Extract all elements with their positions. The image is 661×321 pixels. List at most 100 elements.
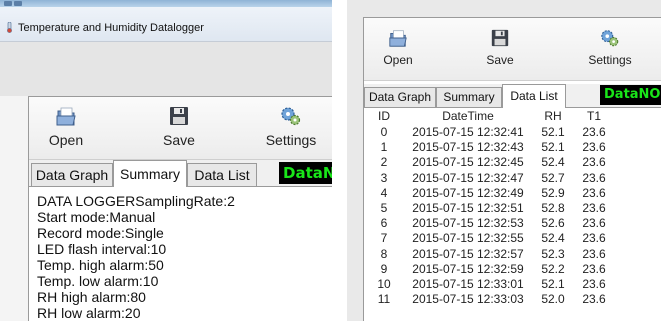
cell-datetime: 2015-07-15 12:32:47 xyxy=(412,170,524,185)
summary-line: LED flash interval:10 xyxy=(37,241,167,257)
cell-datetime: 2015-07-15 12:32:43 xyxy=(412,140,524,155)
tab-data-list[interactable]: Data List xyxy=(502,84,566,108)
summary-line: RH high alarm:80 xyxy=(37,289,146,305)
cell-rh: 52.6 xyxy=(541,216,565,231)
window-top-strip xyxy=(0,0,332,7)
floppy-disk-icon xyxy=(491,29,509,47)
summary-line: Start mode:Manual xyxy=(37,209,156,225)
table-row[interactable]: 5 2015-07-15 12:32:51 52.8 23.6 xyxy=(364,201,661,215)
cell-id: 1 xyxy=(380,140,388,155)
save-button[interactable]: Save xyxy=(478,28,522,67)
table-row[interactable]: 9 2015-07-15 12:32:59 52.2 23.6 xyxy=(364,262,661,276)
cell-datetime: 2015-07-15 12:32:41 xyxy=(412,125,524,139)
cell-datetime: 2015-07-15 12:33:03 xyxy=(412,292,524,307)
cell-rh: 52.0 xyxy=(541,292,565,307)
cell-datetime: 2015-07-15 12:32:49 xyxy=(412,185,524,200)
table-row[interactable]: 8 2015-07-15 12:32:57 52.3 23.6 xyxy=(364,247,661,261)
tab-summary[interactable]: Summary xyxy=(113,160,187,187)
tab-data-graph[interactable]: Data Graph xyxy=(31,163,113,186)
open-label: Open xyxy=(48,132,84,148)
open-folder-icon xyxy=(56,107,76,126)
table-row[interactable]: 6 2015-07-15 12:32:53 52.6 23.6 xyxy=(364,216,661,230)
cell-id: 11 xyxy=(377,292,391,307)
cell-datetime: 2015-07-15 12:32:45 xyxy=(412,155,524,170)
tab-data-list[interactable]: Data List xyxy=(187,163,257,186)
open-button[interactable]: Open xyxy=(43,105,89,148)
summary-line: DATA LOGGERSamplingRate:2 xyxy=(37,193,235,209)
table-row[interactable]: 2 2015-07-15 12:32:45 52.4 23.6 xyxy=(364,155,661,169)
cell-rh: 52.1 xyxy=(541,125,565,139)
grid-header-row: ID DateTime RH T1 xyxy=(364,109,661,123)
cell-datetime: 2015-07-15 12:32:51 xyxy=(412,201,524,215)
cell-datetime: 2015-07-15 12:32:57 xyxy=(412,246,524,261)
title-bar[interactable]: Temperature and Humidity Datalogger xyxy=(0,7,332,42)
settings-button[interactable]: Settings xyxy=(259,105,323,148)
cell-t1: 23.6 xyxy=(582,231,606,246)
cell-datetime: 2015-07-15 12:32:59 xyxy=(412,261,524,276)
cell-t1: 23.6 xyxy=(582,201,606,215)
right-app-window: Open Save Settings Data Graph Summary Da… xyxy=(347,0,661,321)
data-number-display: DataN xyxy=(279,162,332,184)
window-background xyxy=(0,42,332,96)
summary-line: Temp. low alarm:10 xyxy=(37,273,159,289)
settings-button[interactable]: Settings xyxy=(580,28,640,67)
settings-label: Settings xyxy=(588,53,632,67)
table-row[interactable]: 7 2015-07-15 12:32:55 52.4 23.6 xyxy=(364,231,661,245)
table-row[interactable]: 4 2015-07-15 12:32:49 52.9 23.6 xyxy=(364,186,661,200)
column-header-t1[interactable]: T1 xyxy=(574,109,614,123)
cell-datetime: 2015-07-15 12:32:53 xyxy=(412,216,524,231)
save-label: Save xyxy=(163,132,195,148)
tab-data-graph[interactable]: Data Graph xyxy=(364,87,436,107)
main-panel: Open Save Settings Data Graph Summary Da… xyxy=(363,17,661,321)
gears-icon xyxy=(601,30,619,47)
cell-t1: 23.6 xyxy=(582,125,606,139)
cell-id: 10 xyxy=(377,277,391,291)
window-title: Temperature and Humidity Datalogger xyxy=(18,22,204,34)
save-label: Save xyxy=(486,53,514,67)
table-row[interactable]: 3 2015-07-15 12:32:47 52.7 23.6 xyxy=(364,171,661,185)
cell-datetime: 2015-07-15 12:32:55 xyxy=(412,231,524,246)
summary-line: RH low alarm:20 xyxy=(37,305,141,321)
column-header-rh[interactable]: RH xyxy=(536,109,570,123)
cell-id: 2 xyxy=(380,155,388,170)
thermometer-icon xyxy=(7,22,12,33)
cell-t1: 23.6 xyxy=(582,246,606,261)
toolbar: Open Save Settings xyxy=(29,97,332,160)
cell-rh: 52.9 xyxy=(541,185,565,200)
table-row[interactable]: 10 2015-07-15 12:33:01 52.1 23.6 xyxy=(364,277,661,291)
cell-id: 3 xyxy=(380,170,388,185)
cell-rh: 52.3 xyxy=(541,246,565,261)
cell-t1: 23.6 xyxy=(582,140,606,155)
cell-id: 7 xyxy=(380,231,388,246)
toolbar: Open Save Settings xyxy=(364,18,661,81)
cell-rh: 52.2 xyxy=(541,261,565,276)
tab-summary[interactable]: Summary xyxy=(436,87,502,107)
data-number-display: DataNO. xyxy=(600,85,661,105)
left-app-window: Temperature and Humidity Datalogger Open xyxy=(0,0,332,321)
summary-text: DATA LOGGERSamplingRate:2 Start mode:Man… xyxy=(37,193,332,321)
cell-t1: 23.6 xyxy=(582,261,606,276)
cell-rh: 52.1 xyxy=(541,277,565,291)
table-row[interactable]: 1 2015-07-15 12:32:43 52.1 23.6 xyxy=(364,140,661,154)
open-button[interactable]: Open xyxy=(376,28,420,67)
cell-id: 5 xyxy=(380,201,388,215)
cell-t1: 23.6 xyxy=(582,292,606,307)
cell-t1: 23.6 xyxy=(582,185,606,200)
window-strip-mark xyxy=(4,1,12,6)
column-header-id[interactable]: ID xyxy=(371,109,397,123)
cell-id: 9 xyxy=(380,261,388,276)
cell-rh: 52.4 xyxy=(541,231,565,246)
column-header-datetime[interactable]: DateTime xyxy=(404,109,532,123)
cell-rh: 52.7 xyxy=(541,170,565,185)
table-row[interactable]: 11 2015-07-15 12:33:03 52.0 23.6 xyxy=(364,292,661,306)
save-button[interactable]: Save xyxy=(157,105,201,148)
gears-icon xyxy=(281,107,301,126)
cell-t1: 23.6 xyxy=(582,155,606,170)
cell-rh: 52.4 xyxy=(541,155,565,170)
open-label: Open xyxy=(383,53,413,67)
table-row[interactable]: 0 2015-07-15 12:32:41 52.1 23.6 xyxy=(364,125,661,139)
main-panel: Open Save Settings Data Graph Summary Da… xyxy=(28,96,332,321)
floppy-disk-icon xyxy=(170,107,188,125)
cell-id: 4 xyxy=(380,185,388,200)
cell-rh: 52.1 xyxy=(541,140,565,155)
